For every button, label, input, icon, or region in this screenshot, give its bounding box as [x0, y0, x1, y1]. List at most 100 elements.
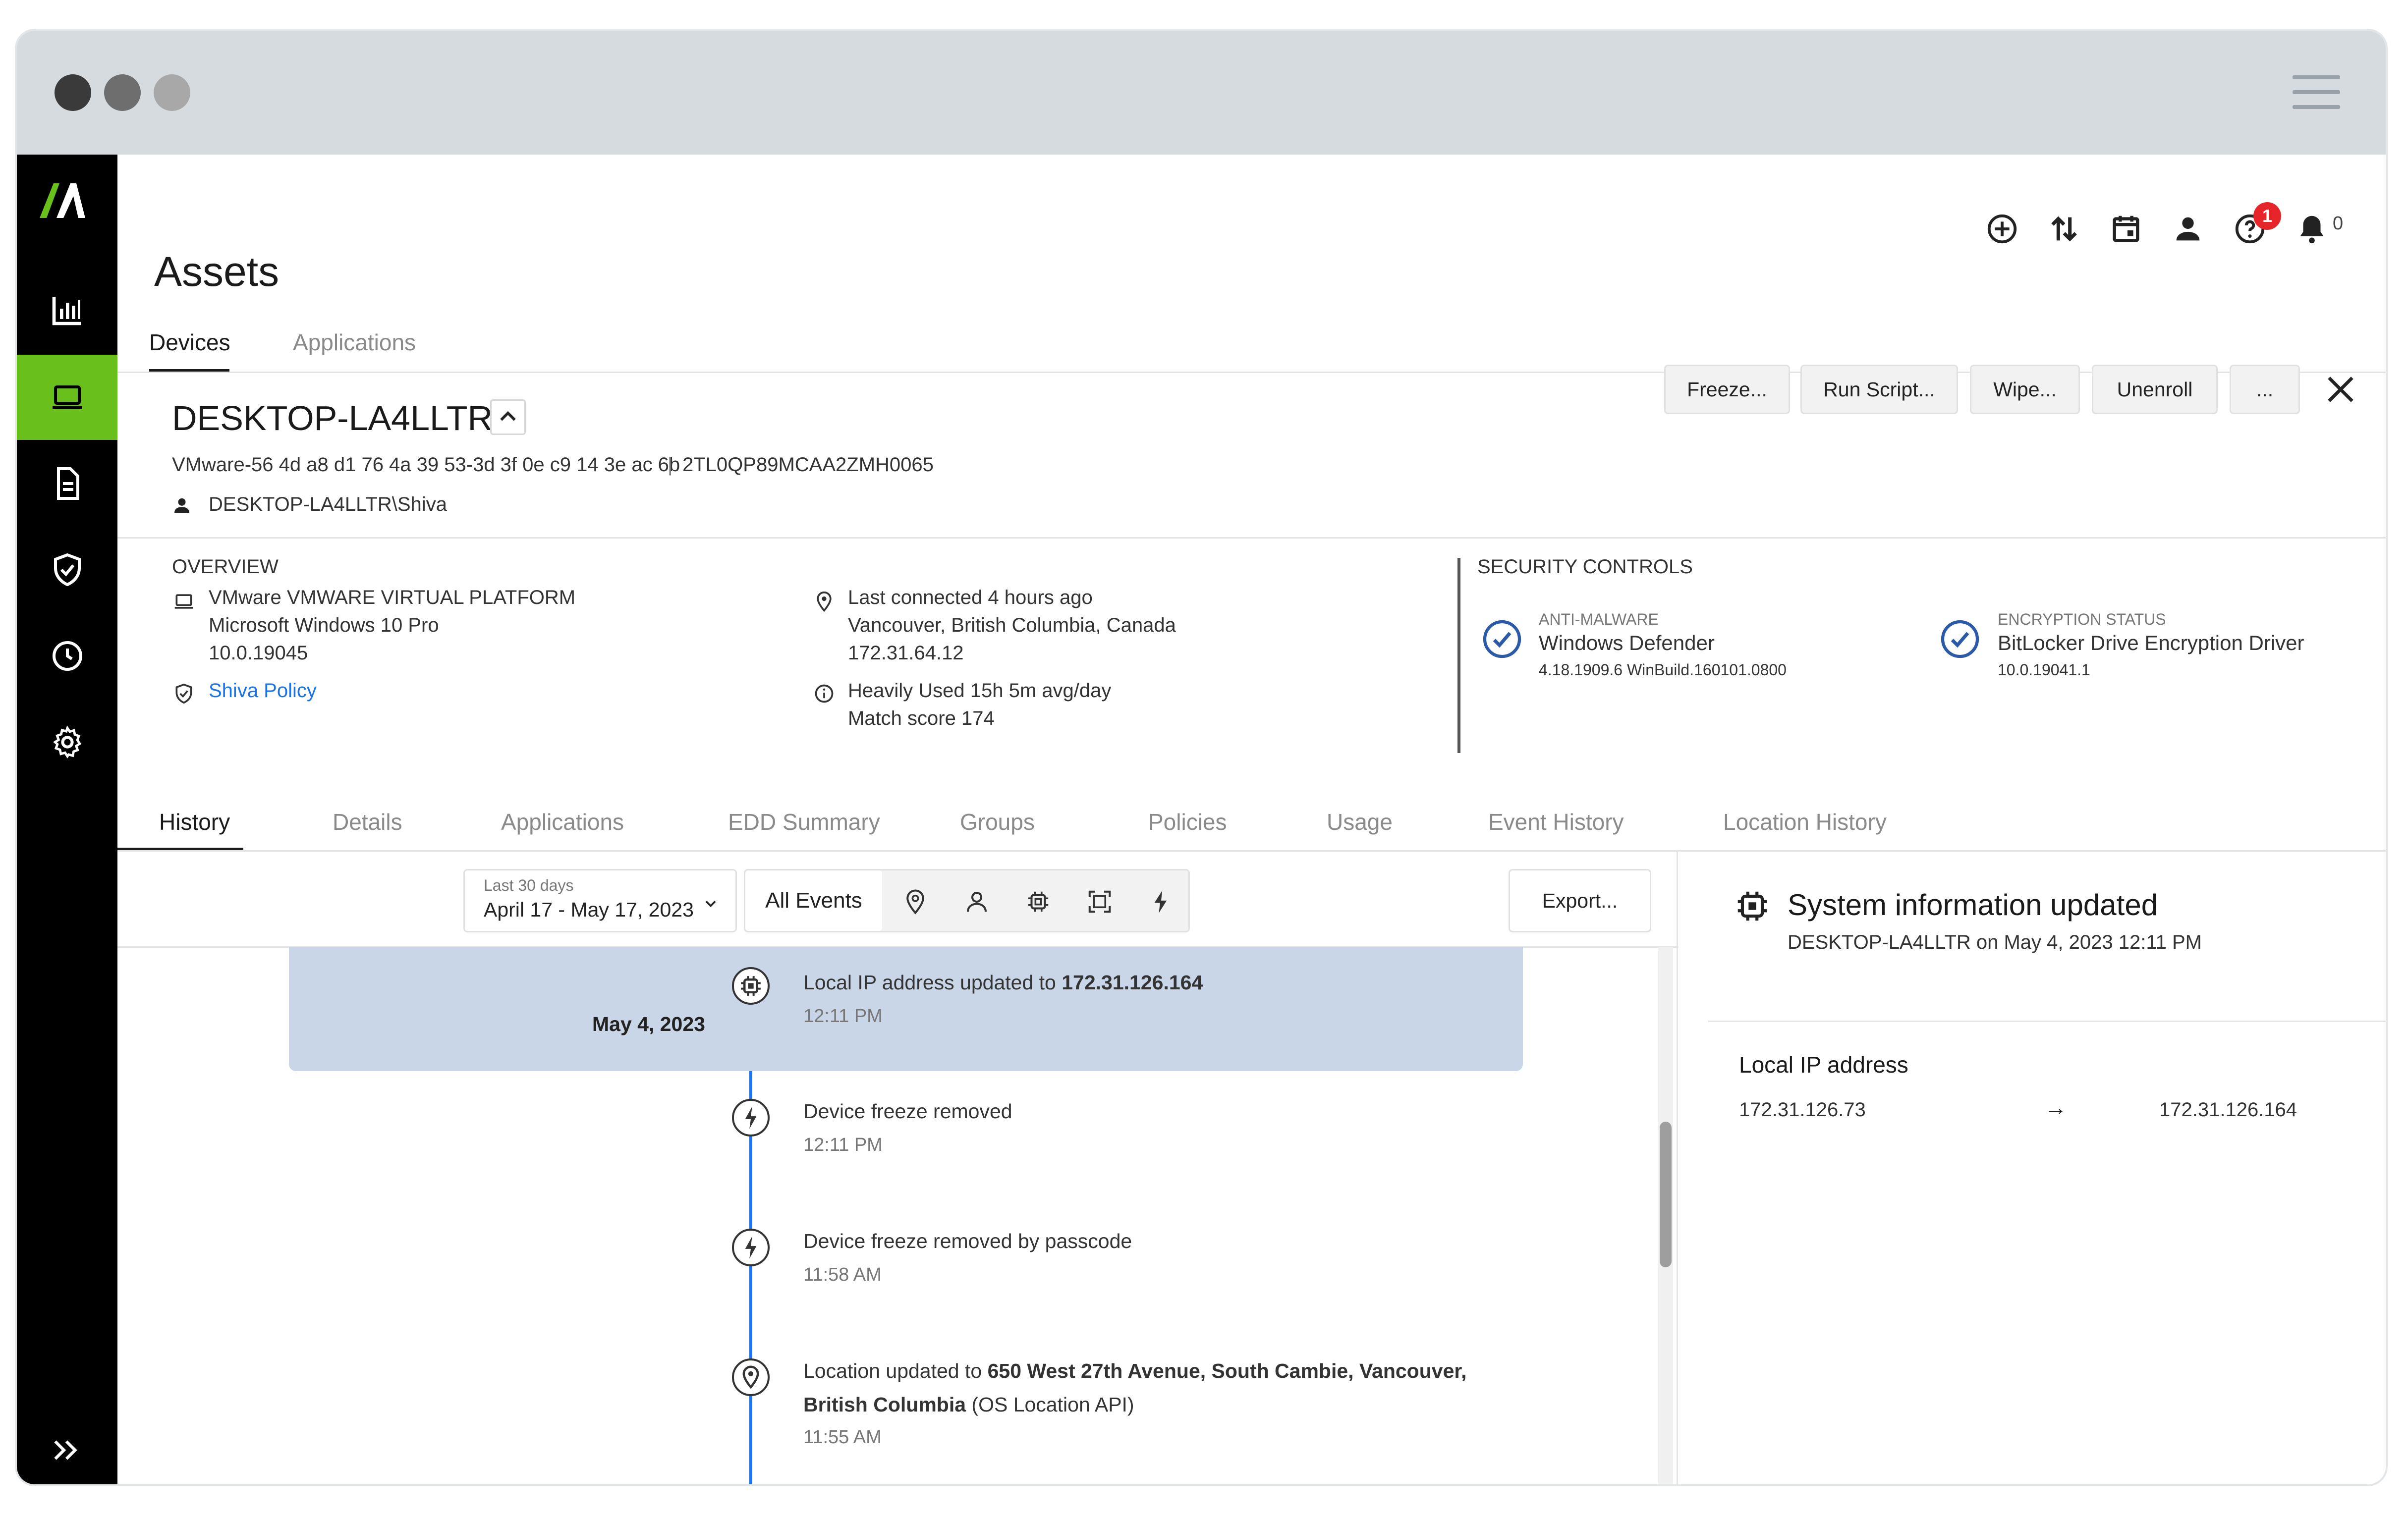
- tab-devices[interactable]: Devices: [149, 329, 230, 356]
- divider: [1708, 1021, 2386, 1022]
- sidebar-item-policies[interactable]: [17, 527, 117, 612]
- event-text: Local IP address updated to 172.31.126.1…: [803, 971, 1203, 994]
- usage-text: Heavily Used 15h 5m avg/day: [848, 680, 1112, 702]
- divider: [117, 850, 2386, 852]
- user-icon: [172, 495, 192, 515]
- event-time: 12:11 PM: [803, 1135, 883, 1155]
- freeze-button[interactable]: Freeze...: [1664, 365, 1790, 414]
- sidebar: [17, 155, 117, 1484]
- sidebar-item-settings[interactable]: [17, 700, 117, 785]
- user-outline-icon[interactable]: [963, 888, 990, 915]
- old-value: 172.31.126.73: [1739, 1099, 1866, 1121]
- anti-malware-label: ANTI-MALWARE: [1539, 610, 1659, 628]
- event-text-continued: British Columbia (OS Location API): [803, 1393, 1134, 1416]
- date-range-select[interactable]: Last 30 days April 17 - May 17, 2023: [463, 869, 737, 932]
- date-range-value: April 17 - May 17, 2023: [484, 898, 694, 921]
- scan-icon[interactable]: [1086, 888, 1113, 915]
- overview-heading: OVERVIEW: [172, 556, 279, 578]
- bolt-icon[interactable]: [1148, 888, 1175, 915]
- timeline-node: [732, 1099, 770, 1137]
- location-pin-icon[interactable]: [902, 888, 929, 915]
- event-text: Device freeze removed by passcode: [803, 1230, 1132, 1252]
- anti-malware-name: Windows Defender: [1539, 631, 1715, 654]
- more-actions-button[interactable]: ...: [2230, 365, 2300, 414]
- shield-check-icon: [54, 553, 81, 587]
- window-maximize-dot[interactable]: [154, 74, 190, 111]
- tab-details[interactable]: Details: [333, 809, 402, 835]
- sidebar-item-assets[interactable]: [17, 355, 117, 440]
- laptop-icon: [173, 591, 195, 612]
- tab-policies[interactable]: Policies: [1148, 809, 1227, 835]
- timeline-node: [732, 967, 770, 1005]
- security-heading: SECURITY CONTROLS: [1477, 556, 1693, 578]
- device-name: DESKTOP-LA4LLTR: [172, 399, 493, 437]
- transfer-icon[interactable]: [2047, 212, 2081, 246]
- section-divider: [1457, 558, 1460, 753]
- window-close-dot[interactable]: [55, 74, 91, 111]
- app-window: 1 0 Assets Devices Applications DESKTOP-…: [17, 31, 2386, 1484]
- tab-applications[interactable]: Applications: [501, 809, 624, 835]
- sidebar-item-dashboard[interactable]: [17, 268, 117, 353]
- policy-link[interactable]: Shiva Policy: [209, 680, 317, 702]
- notification-count: 0: [2333, 213, 2344, 234]
- run-script-button[interactable]: Run Script...: [1800, 365, 1958, 414]
- user-icon[interactable]: [2171, 212, 2205, 246]
- device-serial: VMware-56 4d a8 d1 76 4a 39 53-3d 3f 0e …: [172, 454, 680, 476]
- device-os-version: 10.0.19045: [209, 642, 308, 664]
- help-badge: 1: [2253, 202, 2281, 230]
- date-range-label: Last 30 days: [484, 876, 574, 894]
- tab-event-history[interactable]: Event History: [1488, 809, 1624, 835]
- anti-malware-version: 4.18.1909.6 WinBuild.160101.0800: [1539, 661, 1787, 679]
- device-user: DESKTOP-LA4LLTR\Shiva: [209, 493, 447, 515]
- expand-sidebar-icon[interactable]: [52, 1438, 81, 1463]
- chip-icon[interactable]: [1025, 888, 1052, 915]
- event-filter-group: All Events: [744, 869, 1190, 932]
- scrollbar-thumb[interactable]: [1660, 1122, 1672, 1267]
- arrow-right-icon: →: [2044, 1094, 2067, 1120]
- event-text-part: Local IP address updated to: [803, 971, 1062, 994]
- chip-icon: [741, 976, 761, 996]
- event-value: 172.31.126.164: [1062, 971, 1203, 994]
- tab-usage[interactable]: Usage: [1327, 809, 1393, 835]
- window-titlebar: [17, 31, 2386, 155]
- add-circle-icon[interactable]: [1985, 212, 2019, 246]
- detail-panel-subtitle: DESKTOP-LA4LLTR on May 4, 2023 12:11 PM: [1788, 931, 2202, 953]
- document-icon: [56, 467, 79, 500]
- device-os: Microsoft Windows 10 Pro: [209, 614, 439, 636]
- window-minimize-dot[interactable]: [104, 74, 141, 111]
- tab-edd-summary[interactable]: EDD Summary: [728, 809, 880, 835]
- wipe-button[interactable]: Wipe...: [1970, 365, 2080, 414]
- sidebar-item-reports[interactable]: [17, 441, 117, 526]
- logo-icon[interactable]: [40, 178, 94, 218]
- tab-history[interactable]: History: [159, 809, 230, 835]
- chevron-down-icon: [705, 901, 716, 908]
- all-events-filter[interactable]: All Events: [745, 870, 882, 931]
- serial-separator: |: [668, 454, 673, 476]
- page-title: Assets: [154, 248, 280, 295]
- location-pin-icon: [742, 1365, 759, 1389]
- tab-applications[interactable]: Applications: [293, 329, 416, 356]
- tab-groups[interactable]: Groups: [960, 809, 1035, 835]
- chip-icon: [1734, 888, 1771, 924]
- encryption-label: ENCRYPTION STATUS: [1998, 610, 2166, 628]
- timeline-node: [732, 1358, 770, 1396]
- device-location: Vancouver, British Columbia, Canada: [848, 614, 1176, 636]
- panel-divider: [1677, 851, 1678, 1484]
- selected-event-row[interactable]: [289, 947, 1523, 1071]
- bell-icon[interactable]: [2295, 212, 2329, 246]
- hamburger-menu-icon[interactable]: [2293, 68, 2340, 116]
- check-circle-icon: [1939, 618, 1981, 660]
- event-time: 12:11 PM: [803, 1006, 883, 1027]
- unenroll-button[interactable]: Unenroll: [2092, 365, 2218, 414]
- location-pin-icon: [813, 591, 835, 612]
- sidebar-item-history[interactable]: [17, 613, 117, 699]
- tab-location-history[interactable]: Location History: [1723, 809, 1887, 835]
- export-button[interactable]: Export...: [1509, 869, 1651, 932]
- close-icon[interactable]: [2321, 370, 2360, 409]
- calendar-icon[interactable]: [2109, 212, 2143, 246]
- encryption-version: 10.0.19041.1: [1998, 661, 2090, 679]
- device-platform: VMware VMWARE VIRTUAL PLATFORM: [209, 587, 576, 608]
- bar-chart-icon: [52, 297, 81, 325]
- changed-field-label: Local IP address: [1739, 1052, 1908, 1078]
- collapse-button[interactable]: [490, 399, 526, 435]
